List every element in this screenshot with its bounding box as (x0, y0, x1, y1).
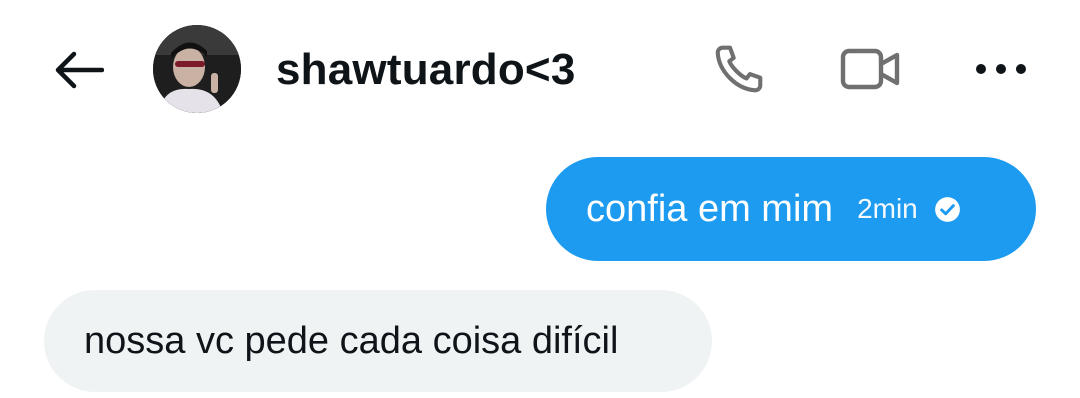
contact-avatar[interactable] (153, 25, 241, 113)
avatar-photo (153, 25, 241, 113)
back-button[interactable] (48, 44, 108, 96)
video-camera-icon (840, 48, 900, 90)
video-call-button[interactable] (836, 40, 906, 98)
seen-check-icon (934, 196, 961, 223)
dm-conversation-screen: shawtuardo<3 confia em mim 2min nossa vc… (0, 0, 1080, 398)
message-text: confia em mim (586, 188, 834, 230)
incoming-message-bubble[interactable]: nossa vc pede cada coisa difícil (44, 290, 712, 392)
message-timestamp: 2min (857, 193, 918, 224)
more-dots-icon (976, 64, 1026, 74)
message-text: nossa vc pede cada coisa difícil (84, 320, 619, 362)
outgoing-message-bubble[interactable]: confia em mim 2min (546, 157, 1036, 261)
phone-icon (715, 45, 763, 93)
contact-name[interactable]: shawtuardo<3 (276, 44, 576, 96)
more-options-button[interactable] (970, 50, 1032, 88)
arrow-left-icon (55, 51, 104, 89)
call-button[interactable] (706, 38, 772, 100)
